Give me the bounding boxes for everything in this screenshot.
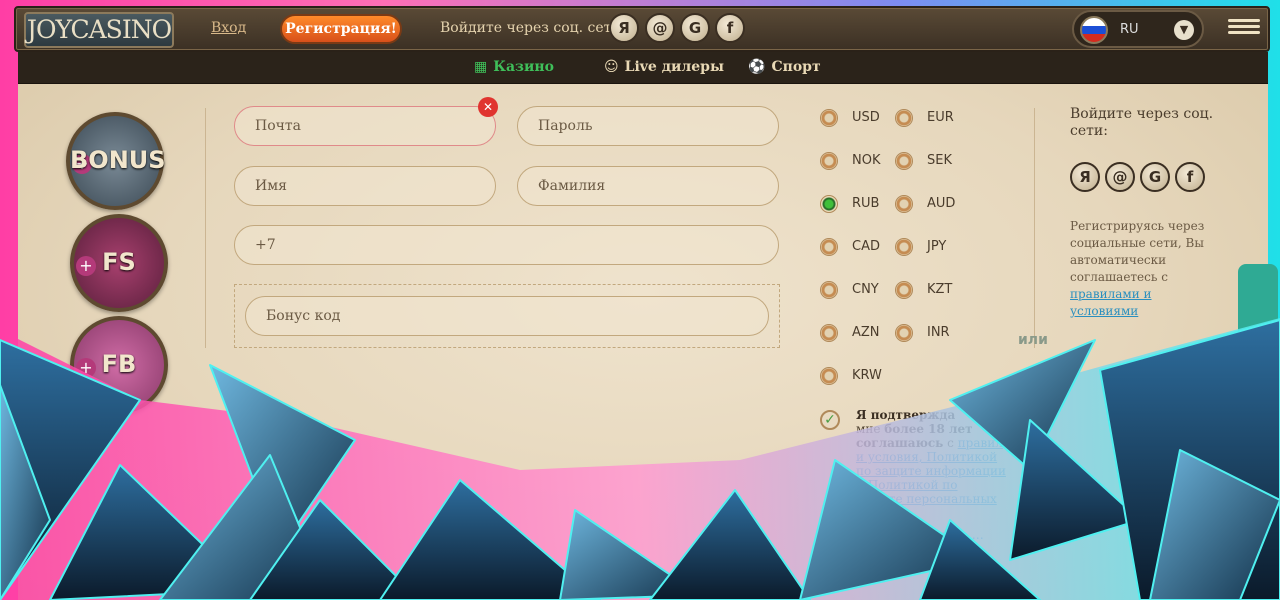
side-tab[interactable]	[1238, 264, 1278, 344]
currency-label: KRW	[852, 368, 882, 383]
divider	[1034, 108, 1035, 348]
bonus-badge[interactable]: + BONUS	[66, 112, 166, 210]
radio-icon	[820, 152, 838, 170]
promo-code-field[interactable]: Бонус код	[245, 296, 769, 336]
nav-live-dealers[interactable]: ☺ Live дилеры	[604, 59, 724, 75]
currency-label: CNY	[852, 282, 879, 297]
nav-live-dealers-label: Live дилеры	[624, 59, 725, 75]
currency-label: SEK	[927, 153, 952, 168]
currency-label: AZN	[852, 325, 880, 340]
google-icon[interactable]: G	[680, 13, 710, 43]
nav-sport[interactable]: ⚽ Спорт	[748, 59, 821, 75]
radio-icon	[820, 324, 838, 342]
social-note: Регистрируясь через социальные сети, Вы …	[1070, 218, 1220, 320]
facebook-icon[interactable]: f	[715, 13, 745, 43]
last-name-field[interactable]: Фамилия	[517, 166, 779, 206]
currency-label: CAD	[852, 239, 880, 254]
radio-icon	[895, 324, 913, 342]
freebet-badge-label: FB	[101, 350, 137, 378]
soccer-ball-icon: ⚽	[748, 59, 766, 75]
logo[interactable]: JOYCASINO	[24, 12, 174, 48]
main-nav: ▦ Казино ☺ Live дилеры ⚽ Спорт	[18, 52, 1268, 84]
radio-icon	[820, 238, 838, 256]
freespins-badge-label: FS	[102, 248, 136, 276]
radio-icon	[820, 281, 838, 299]
mail-icon[interactable]: @	[645, 13, 675, 43]
freebet-badge[interactable]: + FB	[70, 316, 168, 414]
phone-field[interactable]: +7	[234, 225, 779, 265]
side-social-title: Войдите через соц. сети:	[1070, 106, 1214, 139]
consent-with: с	[943, 436, 958, 450]
or-divider: или	[1018, 332, 1048, 348]
slot-machine-icon: ▦	[474, 59, 488, 75]
currency-label: KZT	[927, 282, 953, 297]
radio-icon	[820, 367, 838, 385]
currency-label: EUR	[927, 110, 954, 125]
social-login-label: Войдите через соц. сети:	[440, 20, 626, 36]
radio-selected-icon	[820, 195, 838, 213]
checkmark-icon[interactable]: ✓	[820, 410, 840, 430]
radio-icon	[895, 238, 913, 256]
consent-prefix: мне	[856, 422, 885, 436]
hamburger-menu-icon[interactable]	[1228, 16, 1260, 40]
terms-consent: Я подтвержда мне более 18 лет соглашаюсь…	[856, 408, 1006, 520]
policy-links[interactable]: и условия, Политикой по защите информаци…	[856, 450, 1006, 520]
nav-casino-label: Казино	[493, 59, 554, 75]
language-selector[interactable]: RU ▼	[1072, 10, 1204, 48]
first-name-field[interactable]: Имя	[234, 166, 496, 206]
yandex-icon[interactable]: Я	[1070, 162, 1100, 192]
chevron-down-icon[interactable]: ▼	[1174, 20, 1194, 40]
currency-label: AUD	[927, 196, 956, 211]
dealer-icon: ☺	[604, 59, 619, 75]
currency-label: NOK	[852, 153, 881, 168]
radio-icon	[895, 195, 913, 213]
error-icon: ✕	[478, 97, 498, 117]
social-note-text: Регистрируясь через социальные сети, Вы …	[1070, 219, 1205, 284]
login-link[interactable]: Вход	[211, 20, 246, 36]
russia-flag-icon	[1080, 16, 1108, 44]
social-rules-link[interactable]: правилами и условиями	[1070, 287, 1152, 318]
facebook-icon[interactable]: f	[1175, 162, 1205, 192]
google-icon[interactable]: G	[1140, 162, 1170, 192]
language-code: RU	[1120, 22, 1139, 37]
registration-panel: + BONUS + FS + FB Почта ✕ Пароль Имя Фам…	[18, 84, 1278, 600]
currency-label: RUB	[852, 196, 880, 211]
rules-link[interactable]: правил	[958, 436, 1003, 450]
nav-sport-label: Спорт	[771, 59, 821, 75]
currency-label: INR	[927, 325, 950, 340]
currency-label: JPY	[927, 239, 947, 254]
bonus-badge-label: BONUS	[70, 146, 166, 174]
consent-age: более 18 лет	[884, 422, 973, 436]
register-button[interactable]: Регистрация!	[280, 14, 402, 44]
yandex-icon[interactable]: Я	[609, 13, 639, 43]
radio-icon	[895, 281, 913, 299]
radio-icon	[820, 109, 838, 127]
top-bar: JOYCASINO Вход Регистрация! Войдите чере…	[14, 6, 1270, 52]
consent-agree: соглашаюсь	[856, 436, 944, 450]
consent-line-1: Я подтвержда	[856, 408, 956, 422]
freespins-badge[interactable]: + FS	[70, 214, 168, 312]
mail-icon[interactable]: @	[1105, 162, 1135, 192]
radio-icon	[895, 152, 913, 170]
divider	[205, 108, 206, 348]
password-field[interactable]: Пароль	[517, 106, 779, 146]
currency-label: USD	[852, 110, 880, 125]
email-field[interactable]: Почта	[234, 106, 496, 146]
nav-casino[interactable]: ▦ Казино	[474, 59, 554, 75]
radio-icon	[895, 109, 913, 127]
info-consent[interactable]: …ть информацию …через	[856, 528, 986, 556]
